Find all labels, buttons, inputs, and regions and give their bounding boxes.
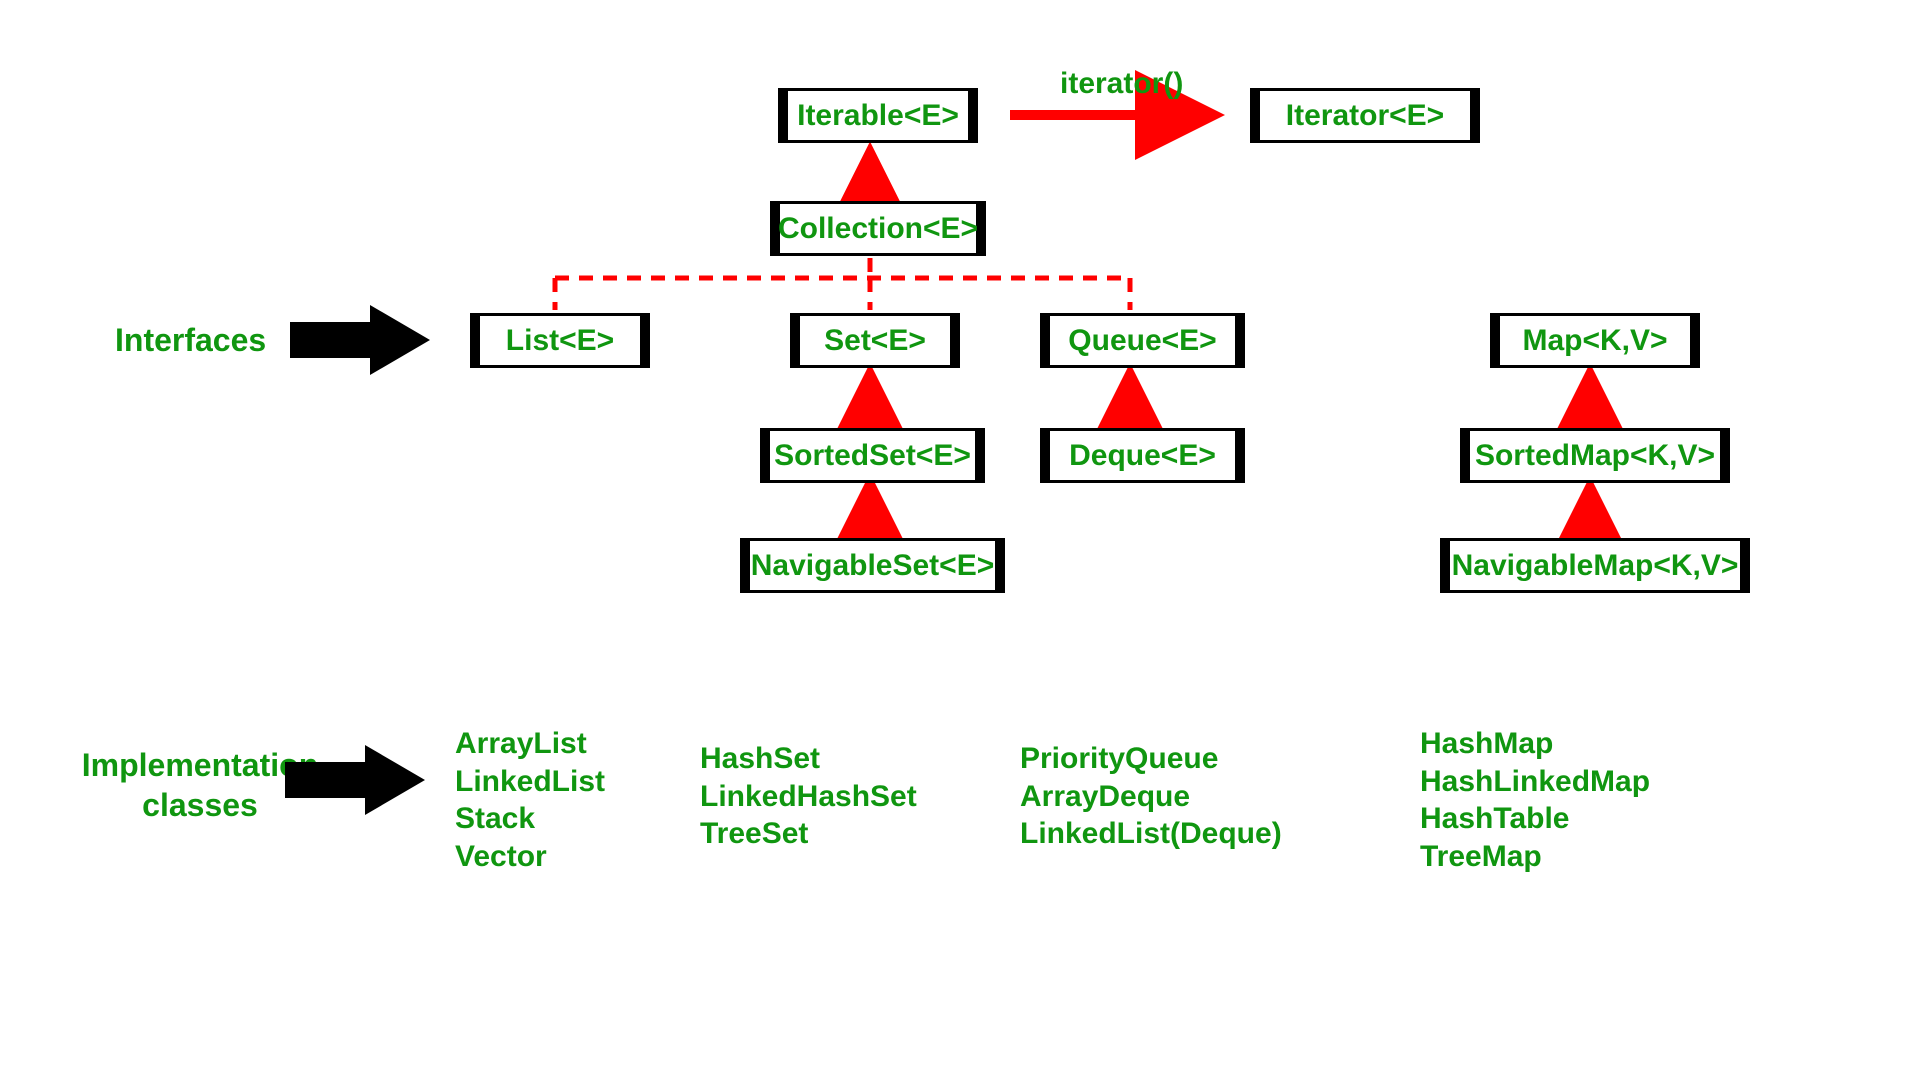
impl-map-2: HashTable xyxy=(1420,800,1650,838)
node-iterator: Iterator<E> xyxy=(1250,88,1480,143)
impl-set-2: TreeSet xyxy=(700,815,917,853)
node-iterable: Iterable<E> xyxy=(778,88,978,143)
label-interfaces: Interfaces xyxy=(115,320,266,360)
node-collection: Collection<E> xyxy=(770,201,986,256)
impl-set-0: HashSet xyxy=(700,740,917,778)
impl-queue: PriorityQueue ArrayDeque LinkedList(Dequ… xyxy=(1020,740,1282,853)
label-iterator-method: iterator() xyxy=(1060,65,1183,103)
impl-map: HashMap HashLinkedMap HashTable TreeMap xyxy=(1420,725,1650,875)
impl-map-3: TreeMap xyxy=(1420,838,1650,876)
impl-queue-2: LinkedList(Deque) xyxy=(1020,815,1282,853)
impl-list-3: Vector xyxy=(455,838,605,876)
impl-list: ArrayList LinkedList Stack Vector xyxy=(455,725,605,875)
impl-list-1: LinkedList xyxy=(455,763,605,801)
impl-queue-1: ArrayDeque xyxy=(1020,778,1282,816)
impl-map-1: HashLinkedMap xyxy=(1420,763,1650,801)
diagram-stage: iterator() Interfaces Iterable<E> Iterat… xyxy=(0,0,1920,1080)
node-map: Map<K,V> xyxy=(1490,313,1700,368)
impl-set-1: LinkedHashSet xyxy=(700,778,917,816)
node-deque: Deque<E> xyxy=(1040,428,1245,483)
node-set: Set<E> xyxy=(790,313,960,368)
impl-list-0: ArrayList xyxy=(455,725,605,763)
big-arrow-interfaces xyxy=(290,300,430,380)
node-sortedset: SortedSet<E> xyxy=(760,428,985,483)
impl-queue-0: PriorityQueue xyxy=(1020,740,1282,778)
node-navigablemap: NavigableMap<K,V> xyxy=(1440,538,1750,593)
node-navigableset: NavigableSet<E> xyxy=(740,538,1005,593)
impl-set: HashSet LinkedHashSet TreeSet xyxy=(700,740,917,853)
big-arrow-implementations xyxy=(285,740,425,820)
node-sortedmap: SortedMap<K,V> xyxy=(1460,428,1730,483)
node-list: List<E> xyxy=(470,313,650,368)
impl-map-0: HashMap xyxy=(1420,725,1650,763)
node-queue: Queue<E> xyxy=(1040,313,1245,368)
impl-list-2: Stack xyxy=(455,800,605,838)
